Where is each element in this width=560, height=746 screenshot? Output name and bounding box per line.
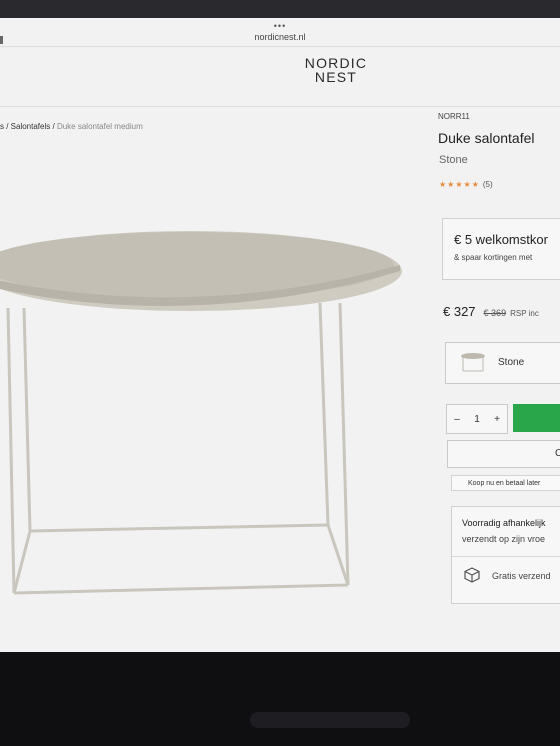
url-text[interactable]: nordicnest.nl: [254, 32, 305, 42]
stock-status: Voorradig afhankelijk: [462, 518, 546, 528]
klarna-pay-later-badge[interactable]: Koop nu en betaal later: [451, 475, 560, 491]
breadcrumb-separator: /: [50, 122, 57, 131]
table-tray-top: [0, 232, 394, 298]
welcome-subline: & spaar kortingen met: [454, 253, 533, 262]
browser-url-bar[interactable]: ••• nordicnest.nl: [0, 18, 560, 46]
product-rating[interactable]: ★★★★★ (5): [439, 180, 493, 189]
original-price: € 369: [483, 308, 507, 318]
quantity-stepper[interactable]: – 1 +: [446, 404, 508, 434]
package-icon: [464, 567, 480, 583]
bezel-reflection: [250, 712, 410, 728]
url-bar-divider: [0, 46, 560, 47]
nordic-nest-logo[interactable]: NORDIC NEST: [300, 56, 372, 84]
quantity-minus-button[interactable]: –: [447, 414, 467, 425]
breadcrumb-current: Duke salontafel medium: [56, 122, 143, 131]
logo-line-2: NEST: [314, 69, 358, 85]
variant-selector-stone[interactable]: Stone: [445, 342, 560, 384]
breadcrumb-link-salontafels[interactable]: Salontafels: [11, 122, 51, 131]
variant-thumbnail-icon: [461, 353, 485, 372]
browser-back-icon[interactable]: [0, 36, 3, 44]
rating-count: (5): [482, 180, 493, 189]
current-price: € 327: [443, 304, 476, 319]
rating-stars-icon: ★★★★★: [439, 180, 480, 189]
secondary-action-button[interactable]: C: [447, 440, 560, 468]
quantity-plus-button[interactable]: +: [487, 414, 507, 425]
welcome-headline: € 5 welkomstkor: [454, 232, 548, 247]
stock-divider: [452, 556, 560, 557]
device-bezel-top: [0, 0, 560, 18]
add-to-cart-button[interactable]: [513, 404, 560, 432]
price-note: RSP inc: [510, 309, 539, 318]
stock-shipping-estimate: verzendt op zijn vroe: [462, 534, 546, 544]
device-bezel-bottom: [0, 652, 560, 746]
breadcrumb: s / Salontafels / Duke salontafel medium: [0, 122, 143, 131]
price-row: € 327 € 369 RSP inc: [443, 303, 539, 321]
browser-screen: ••• nordicnest.nl NORDIC NEST s / Salont…: [0, 18, 560, 658]
secondary-button-label: C: [555, 448, 560, 459]
product-variant-name: Stone: [439, 154, 468, 166]
product-title: Duke salontafel: [438, 130, 535, 146]
product-info: NORR11: [438, 112, 560, 121]
table-frame: [6, 302, 350, 595]
product-image-coffee-table[interactable]: [0, 213, 410, 603]
product-sku: NORR11: [438, 112, 470, 121]
welcome-discount-banner[interactable]: € 5 welkomstkor & spaar kortingen met: [442, 218, 560, 280]
free-shipping-label: Gratis verzend: [492, 571, 551, 581]
header-divider: [0, 106, 560, 107]
breadcrumb-prefix[interactable]: s /: [0, 122, 11, 131]
logo-line-1: NORDIC: [304, 55, 368, 71]
stock-info-box: Voorradig afhankelijk verzendt op zijn v…: [451, 506, 560, 604]
browser-menu-dots-icon[interactable]: •••: [274, 22, 286, 31]
quantity-value[interactable]: 1: [467, 414, 487, 425]
variant-label: Stone: [498, 357, 525, 368]
